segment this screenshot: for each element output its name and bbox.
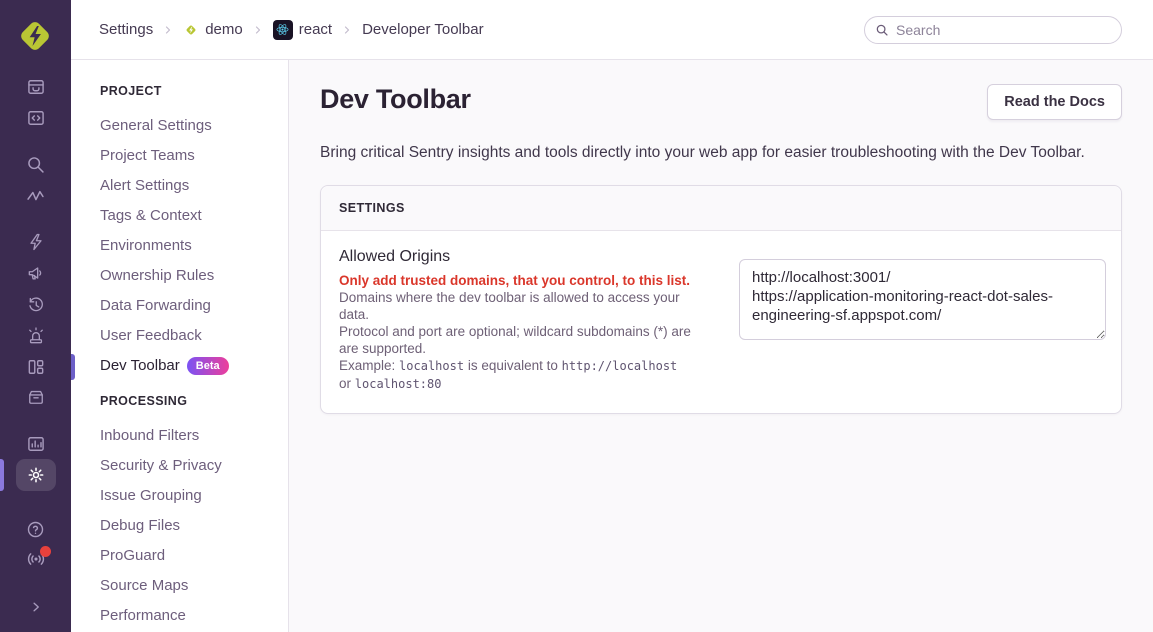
sentry-logo-icon xyxy=(14,15,56,57)
search-explore-icon xyxy=(25,154,46,175)
breadcrumb-project-label: react xyxy=(299,21,332,38)
react-atom-icon xyxy=(275,22,290,37)
beta-badge: Beta xyxy=(187,357,229,375)
example-code-localhost-80: localhost:80 xyxy=(355,377,442,391)
rail-dashboards-button[interactable] xyxy=(0,352,71,382)
rail-expand-button[interactable] xyxy=(0,592,71,622)
allowed-origins-help-1: Domains where the dev toolbar is allowed… xyxy=(339,289,691,323)
allowed-origins-label: Allowed Origins xyxy=(339,248,719,266)
rail-traces-button[interactable] xyxy=(0,181,71,211)
example-equivalent: is equivalent to xyxy=(468,358,558,373)
rail-projects-button[interactable] xyxy=(0,103,71,133)
top-header: Settings demo react Developer Toolbar xyxy=(71,0,1153,60)
rail-help-button[interactable] xyxy=(0,514,71,544)
allowed-origins-example: Example: localhost is equivalent to http… xyxy=(339,357,691,393)
archive-box-icon xyxy=(26,387,46,407)
settings-panel: SETTINGS Allowed Origins Only add truste… xyxy=(320,185,1122,414)
chevron-right-icon xyxy=(162,24,174,36)
search-icon xyxy=(875,23,889,37)
breadcrumb: Settings demo react Developer Toolbar xyxy=(99,20,484,40)
breadcrumb-project-react[interactable]: react xyxy=(273,20,332,40)
rail-releases-button[interactable] xyxy=(0,290,71,320)
expand-chevron-icon xyxy=(27,598,45,616)
read-the-docs-button[interactable]: Read the Docs xyxy=(987,84,1122,120)
inbox-issues-icon xyxy=(26,77,46,97)
sidebar-item-general-settings[interactable]: General Settings xyxy=(100,111,288,141)
sidebar-item-ownership-rules[interactable]: Ownership Rules xyxy=(100,261,288,291)
projects-code-folder-icon xyxy=(26,108,46,128)
rail-feedback-button[interactable] xyxy=(0,258,71,288)
notification-dot xyxy=(40,546,51,557)
example-or: or xyxy=(339,376,351,391)
sidebar-item-alert-settings[interactable]: Alert Settings xyxy=(100,171,288,201)
history-clock-icon xyxy=(26,295,46,315)
main-content: Dev Toolbar Read the Docs Bring critical… xyxy=(289,60,1153,632)
sidebar-section-processing: PROCESSING xyxy=(100,394,288,408)
sidebar-item-debug-files[interactable]: Debug Files xyxy=(100,511,288,541)
sidebar-item-performance[interactable]: Performance xyxy=(100,601,288,631)
rail-stats-button[interactable] xyxy=(0,429,71,459)
rail-alerts-button[interactable] xyxy=(0,321,71,351)
rail-explore-button[interactable] xyxy=(0,149,71,179)
rail-issues-button[interactable] xyxy=(0,72,71,102)
breadcrumb-settings[interactable]: Settings xyxy=(99,21,153,38)
sidebar-item-dev-toolbar[interactable]: Dev Toolbar Beta xyxy=(100,351,288,381)
alert-siren-icon xyxy=(26,326,46,346)
sidebar-active-indicator xyxy=(71,354,75,380)
sidebar-item-inbound-filters[interactable]: Inbound Filters xyxy=(100,421,288,451)
page-description: Bring critical Sentry insights and tools… xyxy=(320,144,1122,162)
rail-settings-button[interactable] xyxy=(0,459,71,491)
stats-chart-icon xyxy=(26,434,46,454)
chevron-right-icon xyxy=(341,24,353,36)
breadcrumb-developer-toolbar: Developer Toolbar xyxy=(362,21,483,38)
sidebar-item-security-privacy[interactable]: Security & Privacy xyxy=(100,451,288,481)
lightning-icon xyxy=(26,232,46,252)
primary-icon-rail xyxy=(0,0,71,632)
sidebar-item-source-maps[interactable]: Source Maps xyxy=(100,571,288,601)
example-prefix: Example: xyxy=(339,358,395,373)
react-project-avatar xyxy=(273,20,293,40)
search-input[interactable] xyxy=(896,22,1111,38)
sidebar-item-issue-grouping[interactable]: Issue Grouping xyxy=(100,481,288,511)
page-title: Dev Toolbar xyxy=(320,84,471,115)
sentry-logo[interactable] xyxy=(14,15,56,57)
help-question-icon xyxy=(25,519,46,540)
settings-gear-icon xyxy=(26,465,46,485)
allowed-origins-field-control: http://localhost:3001/ https://applicati… xyxy=(739,248,1106,393)
breadcrumb-org-label: demo xyxy=(205,21,243,38)
example-code-http-localhost: http://localhost xyxy=(562,359,678,373)
sidebar-item-environments[interactable]: Environments xyxy=(100,231,288,261)
sidebar-item-proguard[interactable]: ProGuard xyxy=(100,541,288,571)
allowed-origins-field-info: Allowed Origins Only add trusted domains… xyxy=(339,248,739,393)
settings-panel-header: SETTINGS xyxy=(321,186,1121,231)
app-root: Settings demo react Developer Toolbar xyxy=(0,0,1153,632)
rail-lightning-button[interactable] xyxy=(0,227,71,257)
settings-active-highlight xyxy=(16,459,56,491)
megaphone-icon xyxy=(26,263,46,283)
global-search[interactable] xyxy=(864,16,1122,44)
sidebar-item-label: Dev Toolbar xyxy=(100,351,180,381)
sidebar-item-project-teams[interactable]: Project Teams xyxy=(100,141,288,171)
traces-pulse-icon xyxy=(25,186,46,207)
sidebar-item-user-feedback[interactable]: User Feedback xyxy=(100,321,288,351)
rail-archive-button[interactable] xyxy=(0,382,71,412)
allowed-origins-warning: Only add trusted domains, that you contr… xyxy=(339,272,719,289)
org-avatar-diamond-icon xyxy=(183,22,199,38)
rail-whats-new-button[interactable] xyxy=(0,544,71,574)
chevron-right-icon xyxy=(252,24,264,36)
settings-sidebar: PROJECT General Settings Project Teams A… xyxy=(71,60,289,632)
sidebar-item-tags-context[interactable]: Tags & Context xyxy=(100,201,288,231)
allowed-origins-textarea[interactable]: http://localhost:3001/ https://applicati… xyxy=(739,259,1106,340)
sidebar-item-data-forwarding[interactable]: Data Forwarding xyxy=(100,291,288,321)
breadcrumb-org-demo[interactable]: demo xyxy=(183,21,243,38)
sidebar-section-project: PROJECT xyxy=(100,84,288,98)
example-code-localhost: localhost xyxy=(399,359,464,373)
dashboards-layout-icon xyxy=(26,357,46,377)
sidebar-gap xyxy=(100,381,288,394)
allowed-origins-help-2: Protocol and port are optional; wildcard… xyxy=(339,323,691,357)
